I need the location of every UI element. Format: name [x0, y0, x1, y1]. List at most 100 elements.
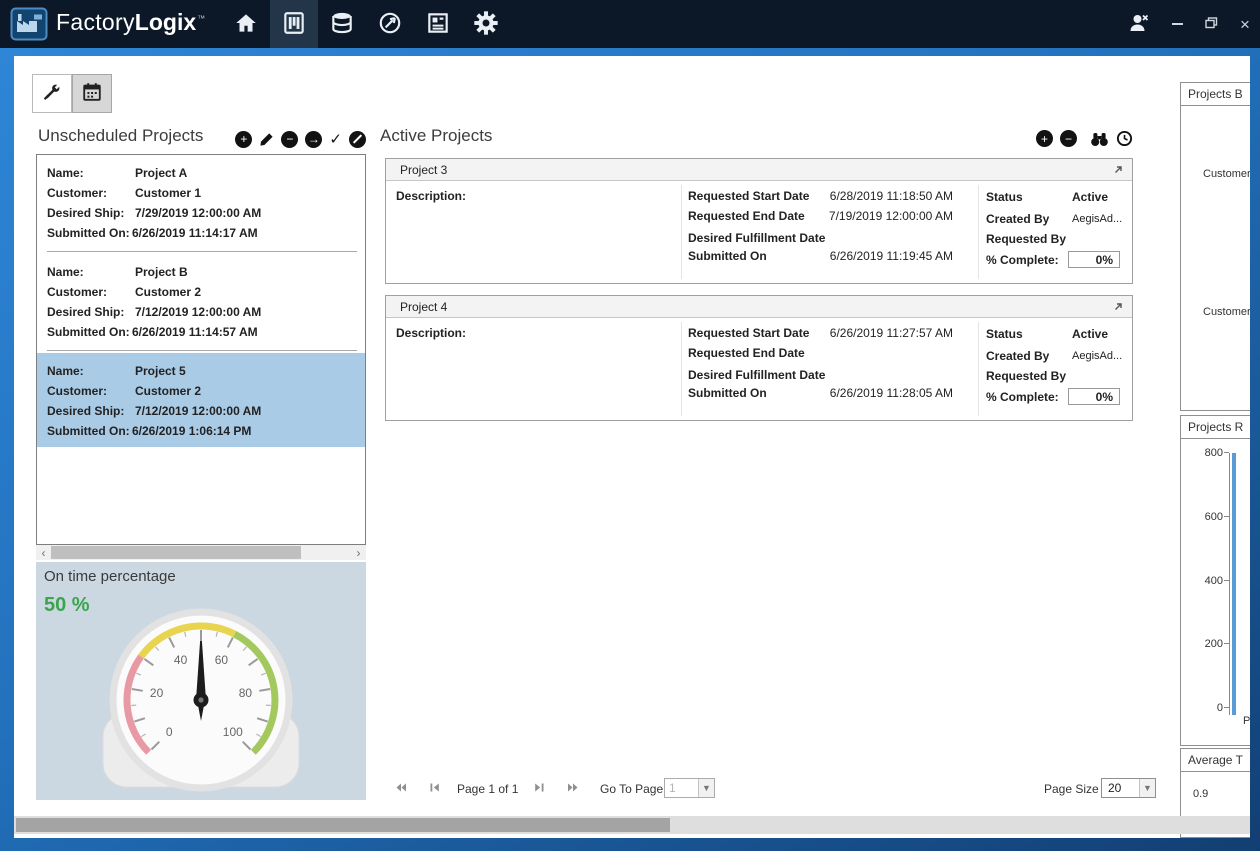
minimize-button[interactable]	[1168, 14, 1186, 34]
content-area: Unscheduled Projects + − → ✓ Name:Projec…	[14, 56, 1250, 838]
nav-home-button[interactable]	[222, 0, 270, 48]
remove-icon[interactable]: −	[1060, 130, 1077, 147]
created-by-label: Created By	[986, 212, 1049, 226]
nav-dispatch-button[interactable]	[366, 0, 414, 48]
tab-tools[interactable]	[32, 74, 72, 113]
desired-ship-label: Desired Ship:	[47, 203, 135, 223]
next-page-icon	[533, 781, 546, 794]
add-icon[interactable]: +	[235, 131, 252, 148]
svg-text:100: 100	[223, 725, 243, 739]
project-submitted-on: 6/26/2019 11:14:17 AM	[132, 226, 258, 240]
nav-scheduling-button[interactable]	[270, 0, 318, 48]
status-value: Active	[1072, 327, 1108, 341]
percent-complete-box: 0%	[1068, 388, 1120, 405]
unscheduled-projects-title: Unscheduled Projects	[38, 126, 203, 146]
close-button[interactable]: ×	[1236, 14, 1254, 34]
expand-icon[interactable]	[1112, 164, 1124, 176]
project-customer: Customer 2	[135, 384, 201, 398]
percent-complete-box: 0%	[1068, 251, 1120, 268]
cancel-icon[interactable]	[349, 131, 366, 148]
project-customer: Customer 1	[135, 186, 201, 200]
project-item-a[interactable]: Name:Project A Customer:Customer 1 Desir…	[37, 155, 365, 249]
axis-tick-mark	[1224, 516, 1229, 517]
first-page-button[interactable]	[393, 780, 407, 794]
on-time-gauge: 0 20 40 60 80 100	[41, 595, 361, 795]
status-value: Active	[1072, 190, 1108, 204]
page-size-label: Page Size	[1044, 782, 1099, 796]
calendar-icon	[81, 81, 103, 106]
list-divider	[47, 350, 357, 351]
axis-tick-mark	[1224, 707, 1229, 708]
submit-icon[interactable]: →	[305, 131, 322, 148]
y-axis-tick: 200	[1193, 638, 1223, 650]
desired-ship-label: Desired Ship:	[47, 401, 135, 421]
maximize-button[interactable]	[1202, 14, 1220, 34]
accept-icon[interactable]: ✓	[329, 130, 342, 148]
project-card-header[interactable]: Project 3	[386, 159, 1132, 181]
requested-by-label: Requested By	[986, 369, 1066, 383]
scrollbar-thumb[interactable]	[51, 546, 301, 559]
binoculars-icon[interactable]	[1090, 131, 1109, 147]
brand-trademark: ™	[197, 14, 205, 23]
history-icon[interactable]	[1116, 130, 1133, 147]
project-item-5-selected[interactable]: Name:Project 5 Customer:Customer 2 Desir…	[37, 353, 365, 447]
tools-icon	[41, 81, 63, 106]
scroll-right-icon[interactable]: ›	[351, 545, 366, 560]
unscheduled-toolbar: + − → ✓	[204, 130, 366, 148]
go-to-page-label: Go To Page	[600, 782, 663, 796]
scrollbar-track[interactable]	[51, 545, 351, 560]
next-page-button[interactable]	[532, 780, 546, 794]
projects-by-customer-header: Projects B	[1180, 82, 1250, 106]
requested-start-label: Requested Start Date	[688, 189, 809, 203]
submitted-on-label: Submitted On:	[47, 223, 132, 243]
chevron-down-icon[interactable]: ▼	[698, 779, 714, 797]
edit-icon[interactable]	[259, 132, 274, 147]
name-label: Name:	[47, 262, 135, 282]
project-desired-ship: 7/29/2019 12:00:00 AM	[135, 206, 261, 220]
scroll-left-icon[interactable]: ‹	[36, 545, 51, 560]
logout-button[interactable]	[1126, 14, 1152, 34]
project-name: Project 5	[135, 364, 186, 378]
requested-end-label: Requested End Date	[688, 346, 805, 360]
svg-text:0: 0	[166, 725, 173, 739]
first-page-icon	[394, 781, 407, 794]
percent-complete-label: % Complete:	[986, 253, 1059, 267]
submitted-on-label: Submitted On	[688, 386, 767, 400]
go-to-page-input[interactable]	[665, 779, 698, 797]
dispatch-icon	[377, 10, 403, 39]
brand-part2: Logix	[135, 9, 196, 35]
status-label: Status	[986, 190, 1023, 204]
unscheduled-hscrollbar[interactable]: ‹ ›	[36, 545, 366, 560]
remove-icon[interactable]: −	[281, 131, 298, 148]
main-hscrollbar[interactable]	[14, 816, 1250, 834]
axis-tick-mark	[1224, 452, 1229, 453]
svg-text:20: 20	[150, 686, 164, 700]
tab-calendar[interactable]	[72, 74, 112, 113]
description-label: Description:	[396, 326, 466, 340]
svg-text:80: 80	[239, 686, 253, 700]
chart-bar	[1232, 453, 1236, 715]
nav-settings-button[interactable]	[462, 0, 510, 48]
expand-icon[interactable]	[1112, 301, 1124, 313]
nav-materials-button[interactable]	[318, 0, 366, 48]
nav-reports-button[interactable]	[414, 0, 462, 48]
requested-end-label: Requested End Date	[688, 209, 805, 223]
add-icon[interactable]: +	[1036, 130, 1053, 147]
project-card-4: Project 4 Description: Requested Start D…	[385, 295, 1133, 421]
on-time-title: On time percentage	[44, 568, 176, 585]
project-customer: Customer 2	[135, 285, 201, 299]
main-nav	[222, 0, 510, 48]
last-page-icon	[567, 781, 580, 794]
project-card-header[interactable]: Project 4	[386, 296, 1132, 318]
project-item-b[interactable]: Name:Project B Customer:Customer 2 Desir…	[37, 254, 365, 348]
project-card-name: Project 3	[400, 163, 447, 177]
y-axis-tick: 400	[1193, 575, 1223, 587]
status-label: Status	[986, 327, 1023, 341]
page-size-select[interactable]: 20 ▼	[1101, 778, 1156, 798]
scrollbar-thumb[interactable]	[16, 818, 670, 832]
submitted-on-value: 6/26/2019 11:19:45 AM	[813, 249, 953, 263]
project-card-name: Project 4	[400, 300, 447, 314]
last-page-button[interactable]	[566, 780, 580, 794]
average-header: Average T	[1180, 748, 1250, 772]
previous-page-button[interactable]	[427, 780, 441, 794]
